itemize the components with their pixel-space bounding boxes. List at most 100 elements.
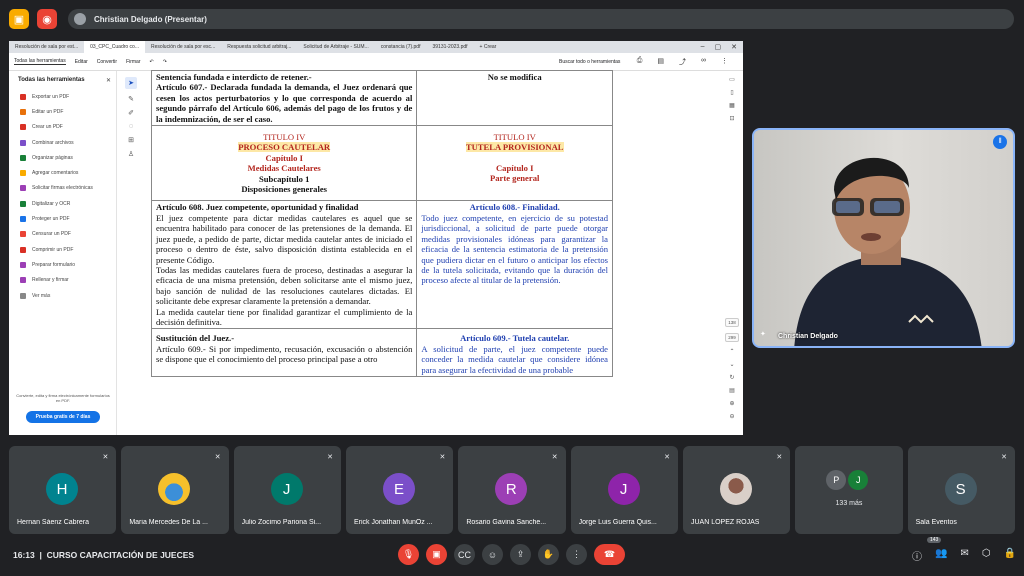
tool-comments[interactable]: Agregar comentarios [9,165,116,180]
speaker-video [794,157,982,346]
tool-combine[interactable]: Combinar archivos [9,135,116,150]
tool-label: Proteger un PDF [32,216,70,223]
thumbnail-icon[interactable]: ▦ [729,102,735,109]
pin-icon[interactable]: ✦ [760,330,769,339]
article-heading: Artículo 608.- Finalidad. [469,202,560,213]
participant-tile[interactable]: ✕ E Erick Jonathan MunOz ... [345,446,454,534]
avatar: R [495,473,528,505]
avatar: H [46,473,78,505]
toolbar-convert[interactable]: Convertir [97,59,117,65]
lasso-icon[interactable]: ◌ [129,123,133,130]
browser-tab[interactable]: 39131-2023.pdf [426,41,473,53]
more-participants-tile[interactable]: P J 133 más [795,446,903,534]
text: El juez competente para dictar medidas c… [156,212,413,265]
right-rail: ▭ ▯ ▦ ⊡ 138 299 ⌃ ⌄ ↻ ▤ ⊕ ⊖ [721,71,743,435]
activities-icon[interactable]: ⬡ [982,548,991,563]
link-icon[interactable]: ∞ [701,57,706,67]
refresh-icon[interactable]: ↻ [729,374,734,381]
undo-icon[interactable]: ↶ [150,59,154,65]
browser-tab[interactable]: Resolución de sala por esc... [145,41,221,53]
tool-label: Solicitar firmas electrónicas [32,185,93,192]
camera-off-button[interactable]: ▣ [426,544,447,565]
participant-tile[interactable]: ✕ JUAN LOPEZ ROJAS [682,446,791,534]
toolbar-all-tools[interactable]: Todas las herramientas [14,58,66,65]
chevron-down-icon[interactable]: ⌄ [729,361,734,368]
emoji-button[interactable]: ☺ [482,544,503,565]
attachment-icon[interactable]: ⊡ [729,115,734,122]
chevron-up-icon[interactable]: ⌃ [729,348,734,355]
tool-see-more[interactable]: Ver más [9,288,116,303]
tool-ocr[interactable]: Digitalizar y OCR [9,196,116,211]
captions-button[interactable]: CC [454,544,475,565]
close-icon[interactable]: ✕ [731,43,737,51]
close-icon[interactable]: ✕ [106,77,111,84]
participant-tile[interactable]: ✕ S Sala Eventos [907,446,1015,534]
people-icon[interactable]: 👥 [935,548,947,563]
tool-label: Exportar un PDF [32,93,70,100]
tool-form[interactable]: Preparar formulario [9,257,116,272]
host-controls-icon[interactable]: 🔒 [1004,548,1016,563]
maximize-icon[interactable]: ▢ [715,43,722,51]
browser-tab[interactable]: constancia (7).pdf [375,41,427,53]
tool-edit-pdf[interactable]: Editar un PDF [9,104,116,119]
annotation-toolbar: ➤ ✎ ✐ ◌ ⊞ ♙ [123,77,139,158]
participant-tile[interactable]: ✕ Maria Mercedes De La ... [121,446,229,534]
comment-icon[interactable]: ▭ [729,76,735,83]
participant-tile[interactable]: ✕ H Hernan Sáenz Cabrera [9,446,117,534]
pen-icon[interactable]: ✐ [128,109,134,117]
chat-icon[interactable]: ✉ [960,548,968,563]
menu-icon[interactable]: ⋮ [721,57,728,67]
browser-tab-active[interactable]: 03_CPC_Cuadro co... [84,41,146,53]
browser-tab[interactable]: Respuesta solicitud arbitraj... [221,41,297,53]
tool-fill-sign[interactable]: Rellenar y firmar [9,273,116,288]
share-icon[interactable]: ⤴ [679,57,686,67]
search-tools[interactable]: Buscar todo o herramientas [559,59,620,65]
cursor-icon[interactable]: ➤ [125,77,137,89]
tool-export-pdf[interactable]: Exportar un PDF [9,89,116,104]
panel-title: Todas las herramientas [18,77,85,83]
heading: TITULO IV [493,132,536,143]
zoom-in-icon[interactable]: ⊕ [729,400,734,407]
save-icon[interactable]: ▤ [657,57,664,67]
page-icon[interactable]: ▤ [729,387,735,394]
record-icon[interactable]: ◉ [37,9,57,29]
new-tab-button[interactable]: + Crear [474,41,503,53]
more-options-button[interactable]: ⋮ [566,544,587,565]
participant-tile[interactable]: ✕ J Jorge Luis Guerra Quis... [570,446,678,534]
tool-create-pdf[interactable]: Crear un PDF [9,120,116,135]
info-icon[interactable]: ⓘ [912,548,922,563]
present-button[interactable]: ⇪ [510,544,531,565]
tool-compress[interactable]: Comprimir un PDF [9,242,116,257]
speaker-tile[interactable]: ⦀ ✦ Christian Delgado [752,128,1015,348]
browser-tab[interactable]: Resolución de sala por est... [9,41,84,53]
browser-tabs: Resolución de sala por est... 03_CPC_Cua… [9,41,743,53]
toolbar-edit[interactable]: Editar [75,59,88,65]
presentation-chip[interactable]: Christian Delgado (Presentar) [68,9,1014,29]
comment-icon[interactable]: ✎ [128,95,134,103]
raise-hand-button[interactable]: ✋ [538,544,559,565]
tool-organize[interactable]: Organizar páginas [9,150,116,165]
meeting-title: CURSO CAPACITACIÓN DE JUECES [46,550,195,560]
present-icon[interactable]: ▣ [9,9,29,29]
shared-screen: Resolución de sala por est... 03_CPC_Cua… [9,41,743,435]
participant-tile[interactable]: ✕ R Rosario Gavina Sanche... [458,446,566,534]
stamp-icon[interactable]: ♙ [128,150,134,158]
participant-tile[interactable]: ✕ J Julio Zocimo Pariona Si... [233,446,341,534]
tool-protect[interactable]: Proteger un PDF [9,211,116,226]
zoom-out-icon[interactable]: ⊖ [729,413,734,420]
tool-redact[interactable]: Censurar un PDF [9,227,116,242]
mic-off-button[interactable]: 🎙 [398,544,419,565]
tool-request-sign[interactable]: Solicitar firmas electrónicas [9,181,116,196]
minimize-icon[interactable]: – [701,43,705,51]
tool-label: Censurar un PDF [32,231,71,238]
trial-button[interactable]: Prueba gratis de 7 días [26,411,100,423]
heading: Disposiciones generales [241,184,328,195]
browser-tab[interactable]: Solicitud de Arbitraje - SUM... [297,41,374,53]
print-icon[interactable]: ⎙ [637,57,643,67]
bookmark-icon[interactable]: ▯ [730,89,733,96]
article-heading: Artículo 608. Juez competente, oportunid… [156,202,359,213]
leave-call-button[interactable]: ☎ [594,544,625,565]
toolbar-sign[interactable]: Firmar [126,59,140,65]
redo-icon[interactable]: ↷ [163,59,167,65]
text-select-icon[interactable]: ⊞ [128,136,134,144]
